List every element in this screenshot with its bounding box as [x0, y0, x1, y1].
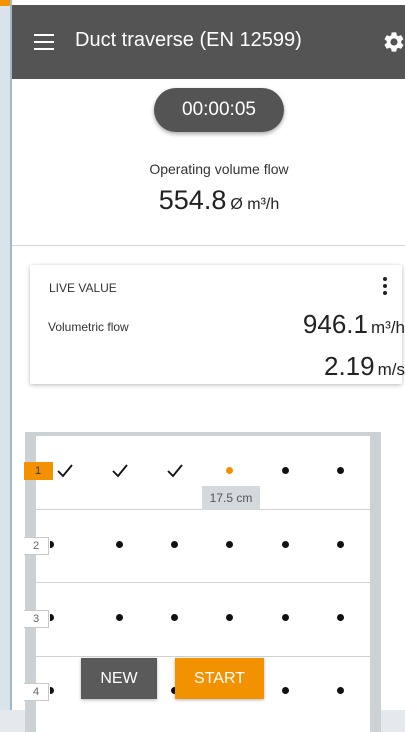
point-pending[interactable] [116, 614, 123, 621]
live-value-volume: 946.1 m³/h [303, 309, 405, 340]
point-pending[interactable] [116, 541, 123, 548]
point-pending[interactable] [226, 614, 233, 621]
point-done-check-icon[interactable] [57, 464, 73, 478]
gear-icon[interactable] [382, 30, 405, 54]
row-separator [36, 656, 370, 657]
live-volume-number: 946.1 [302, 309, 368, 339]
point-pending[interactable] [282, 614, 289, 621]
row-separator [36, 582, 370, 583]
app-title: Duct traverse (EN 12599) [75, 29, 302, 51]
point-pending[interactable] [282, 467, 289, 474]
operating-flow-unit: Ø m³/h [230, 196, 280, 213]
start-button[interactable]: START [175, 658, 264, 699]
point-depth-tooltip: 17.5 cm [202, 486, 260, 510]
row-label-2[interactable]: 2 [24, 537, 49, 555]
point-pending[interactable] [337, 541, 344, 548]
live-volume-unit: m³/h [371, 318, 405, 337]
app-bar: Duct traverse (EN 12599) [12, 5, 405, 79]
point-pending[interactable] [337, 687, 344, 694]
point-done-check-icon[interactable] [112, 464, 128, 478]
point-pending[interactable] [282, 687, 289, 694]
more-vertical-icon[interactable] [380, 277, 390, 297]
point-pending[interactable] [226, 541, 233, 548]
point-done-check-icon[interactable] [167, 464, 183, 478]
point-pending[interactable] [337, 467, 344, 474]
row-label-1[interactable]: 1 [24, 462, 53, 480]
live-value-name: Volumetric flow [48, 320, 129, 334]
point-pending[interactable] [171, 614, 178, 621]
window-left-edge [0, 0, 12, 710]
operating-flow-label: Operating volume flow [149, 161, 289, 177]
hamburger-menu-icon[interactable] [34, 34, 54, 50]
point-pending[interactable] [171, 541, 178, 548]
row-label-4[interactable]: 4 [24, 683, 49, 701]
elapsed-timer: 00:00:05 [154, 88, 284, 132]
operating-flow-number: 554.8 [158, 185, 227, 215]
new-button[interactable]: NEW [81, 658, 157, 699]
live-velocity-number: 2.19 [324, 351, 375, 381]
live-value-card: LIVE VALUE Volumetric flow 946.1 m³/h 2.1… [30, 265, 405, 384]
section-divider [12, 245, 405, 246]
live-value-velocity: 2.19 m/s [324, 351, 405, 382]
main-content: 00:00:05 Operating volume flow 554.8 Ø m³… [12, 79, 405, 732]
operating-flow-value: 554.8 Ø m³/h [12, 185, 405, 216]
live-value-title: LIVE VALUE [49, 281, 117, 295]
live-velocity-unit: m/s [377, 360, 405, 379]
point-current[interactable] [226, 467, 233, 474]
row-label-3[interactable]: 3 [24, 610, 49, 628]
point-pending[interactable] [337, 614, 344, 621]
point-pending[interactable] [282, 541, 289, 548]
